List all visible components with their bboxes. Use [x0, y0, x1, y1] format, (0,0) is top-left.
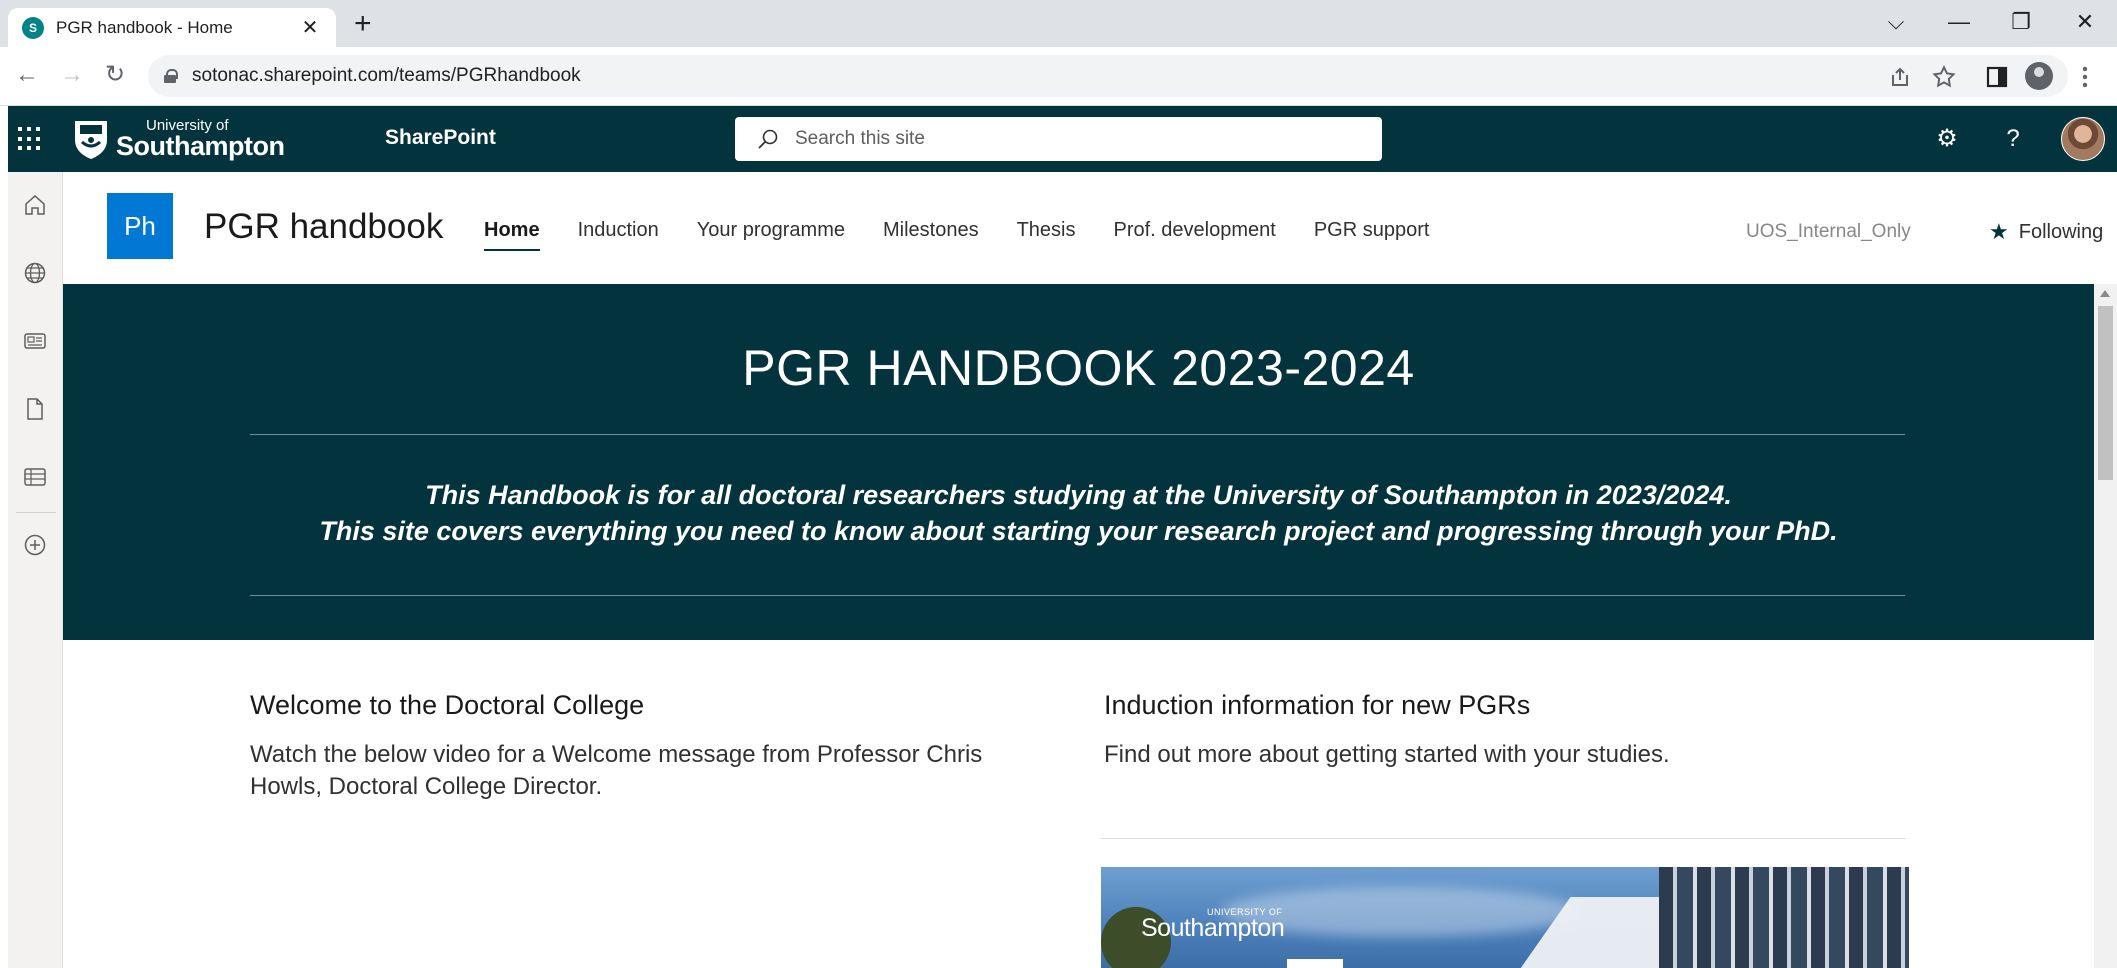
university-logo[interactable]: University of Southampton	[72, 118, 285, 161]
create-icon[interactable]	[22, 532, 48, 558]
sharepoint-app-link[interactable]: SharePoint	[385, 126, 496, 150]
induction-text: Find out more about getting started with…	[1104, 741, 1670, 768]
forward-button[interactable]: →	[55, 59, 89, 91]
home-icon[interactable]	[22, 192, 48, 218]
user-avatar[interactable]	[2061, 117, 2105, 161]
campus-image[interactable]: UNIVERSITY OF Southampton	[1101, 867, 1909, 968]
search-placeholder: Search this site	[795, 128, 925, 149]
nav-prof-development[interactable]: Prof. development	[1114, 219, 1276, 242]
site-title[interactable]: PGR handbook	[204, 207, 443, 247]
nav-induction[interactable]: Induction	[578, 219, 659, 242]
image-logo: Southampton	[1141, 914, 1285, 942]
following-label: Following	[2018, 220, 2104, 243]
minimize-button[interactable]: —	[1939, 6, 1979, 38]
browser-toolbar: ← → ↻ sotonac.sharepoint.com/teams/PGRha…	[0, 47, 2117, 106]
scrollbar-thumb[interactable]	[2098, 306, 2113, 480]
side-panel-icon[interactable]	[1986, 66, 2008, 88]
page-content: Welcome to the Doctoral College Watch th…	[63, 640, 2094, 968]
settings-gear-icon[interactable]: ⚙	[1932, 124, 1962, 154]
image-sign	[1287, 959, 1343, 968]
tab-title: PGR handbook - Home	[56, 17, 233, 37]
news-icon[interactable]	[22, 328, 48, 354]
hero-divider-bottom	[250, 595, 1905, 596]
suite-bar: University of Southampton SharePoint Sea…	[8, 106, 2117, 172]
hero-text-line-2: This site covers everything you need to …	[319, 516, 1838, 546]
induction-divider	[1101, 838, 1906, 839]
induction-heading: Induction information for new PGRs	[1104, 690, 1531, 720]
list-icon[interactable]	[22, 464, 48, 490]
welcome-heading: Welcome to the Doctoral College	[250, 690, 645, 720]
page-scrollbar[interactable]	[2094, 284, 2117, 968]
nav-your-programme[interactable]: Your programme	[697, 219, 845, 242]
image-building	[1659, 867, 1909, 968]
logo-text-big: Southampton	[116, 131, 285, 161]
url-text: sotonac.sharepoint.com/teams/PGRhandbook	[192, 65, 581, 86]
tab-search-dropdown-icon[interactable]: ⌵	[1876, 6, 1916, 38]
site-search-input[interactable]: Search this site	[735, 117, 1382, 161]
following-button[interactable]: ★ Following	[1989, 219, 2103, 245]
bookmark-star-icon[interactable]	[1931, 64, 1957, 90]
share-icon[interactable]	[1888, 65, 1912, 89]
sharepoint-app-bar	[8, 172, 63, 968]
reload-button[interactable]: ↻	[98, 59, 132, 91]
file-icon[interactable]	[22, 396, 48, 422]
browser-tab[interactable]: S PGR handbook - Home ✕	[8, 8, 336, 47]
search-icon	[758, 129, 778, 149]
restore-button[interactable]: ❐	[2001, 6, 2041, 38]
app-launcher-icon[interactable]	[18, 127, 42, 151]
nav-milestones[interactable]: Milestones	[883, 219, 979, 242]
welcome-text-line-2: Howls, Doctoral College Director.	[250, 773, 603, 800]
back-button[interactable]: ←	[10, 59, 44, 91]
profile-icon[interactable]	[2025, 62, 2053, 90]
sharepoint-favicon-icon: S	[22, 16, 44, 39]
app-bar-divider	[16, 512, 56, 513]
site-header: Ph PGR handbook Home Induction Your prog…	[63, 172, 2117, 284]
lock-icon[interactable]	[164, 69, 178, 83]
site-navigation: Home Induction Your programme Milestones…	[484, 219, 1467, 251]
new-tab-button[interactable]: +	[354, 8, 372, 40]
nav-home[interactable]: Home	[484, 219, 540, 251]
tab-close-icon[interactable]: ✕	[298, 15, 322, 40]
welcome-text-line-1: Watch the below video for a Welcome mess…	[250, 741, 983, 768]
classification-label: UOS_Internal_Only	[1746, 221, 1911, 242]
hero-banner: PGR HANDBOOK 2023-2024 This Handbook is …	[63, 284, 2094, 640]
address-bar[interactable]: sotonac.sharepoint.com/teams/PGRhandbook	[148, 55, 2068, 97]
university-crest-icon	[75, 121, 107, 159]
star-filled-icon: ★	[1989, 219, 2009, 244]
hero-divider-top	[250, 434, 1905, 435]
help-icon[interactable]: ?	[1998, 124, 2028, 154]
scroll-up-arrow-icon[interactable]	[2100, 290, 2110, 297]
globe-icon[interactable]	[22, 260, 48, 286]
kebab-menu-icon[interactable]	[2078, 64, 2092, 90]
hero-text-line-1: This Handbook is for all doctoral resear…	[425, 480, 1732, 510]
window-close-button[interactable]: ✕	[2065, 6, 2105, 38]
browser-tabstrip: S PGR handbook - Home ✕ + ⌵ — ❐ ✕	[0, 0, 2117, 47]
site-logo[interactable]: Ph	[107, 193, 173, 259]
hero-title: PGR HANDBOOK 2023-2024	[742, 340, 1415, 396]
nav-thesis[interactable]: Thesis	[1017, 219, 1076, 242]
nav-pgr-support[interactable]: PGR support	[1314, 219, 1430, 242]
